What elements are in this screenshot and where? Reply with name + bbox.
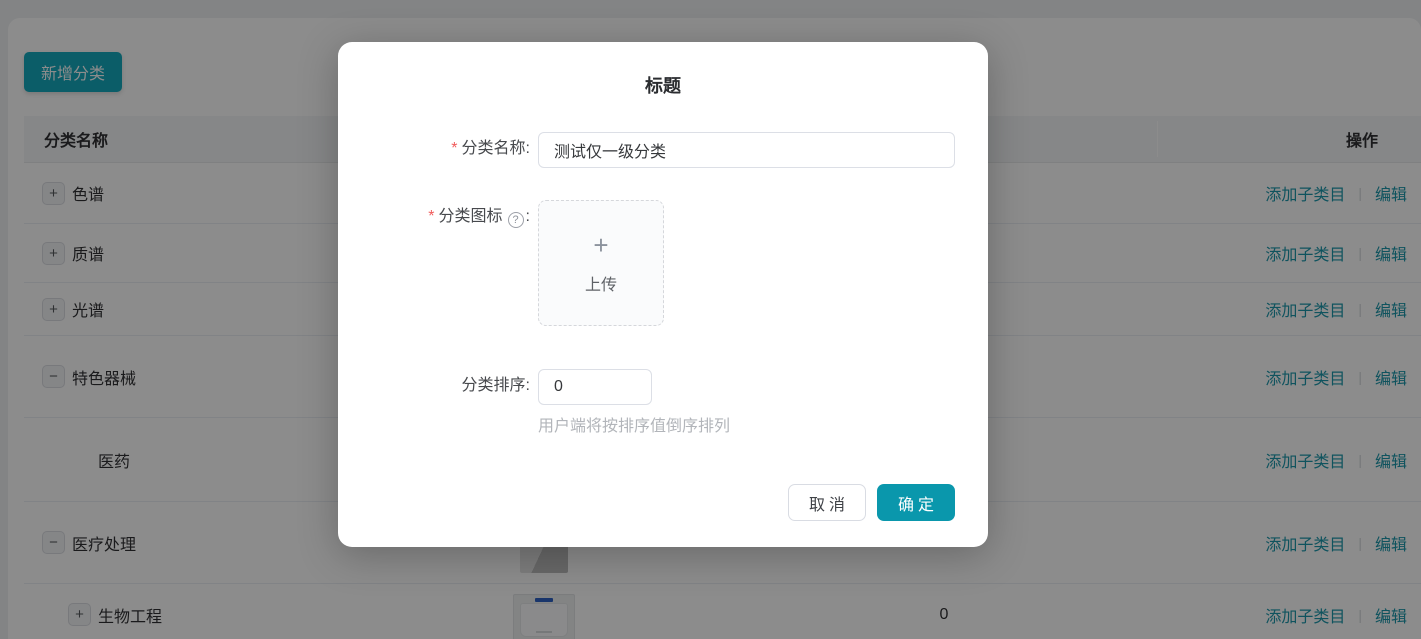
cancel-button[interactable]: 取消 — [788, 484, 866, 521]
category-icon-row: *分类图标?: + 上传 — [338, 200, 664, 326]
confirm-button[interactable]: 确定 — [877, 484, 955, 521]
category-sort-input[interactable] — [538, 369, 652, 405]
dialog-footer: 取消 确定 — [788, 484, 955, 521]
category-name-label: 分类名称 — [462, 140, 526, 157]
upload-label: 上传 — [585, 271, 617, 295]
category-name-input[interactable] — [538, 132, 955, 168]
category-name-row: *分类名称: — [338, 132, 955, 168]
dialog-title: 标题 — [338, 72, 988, 98]
category-icon-label: 分类图标 — [439, 208, 503, 225]
required-asterisk: * — [451, 140, 457, 157]
help-icon[interactable]: ? — [508, 212, 524, 228]
sort-hint: 用户端将按排序值倒序排列 — [538, 412, 730, 436]
category-sort-label: 分类排序 — [462, 377, 526, 394]
category-dialog: 标题 *分类名称: *分类图标?: + 上传 分类排序: 用户端将按排序值倒序排… — [338, 42, 988, 547]
required-asterisk: * — [428, 208, 434, 225]
plus-icon: + — [593, 232, 608, 258]
icon-upload-box[interactable]: + 上传 — [538, 200, 664, 326]
category-sort-row: 分类排序: — [338, 369, 652, 405]
